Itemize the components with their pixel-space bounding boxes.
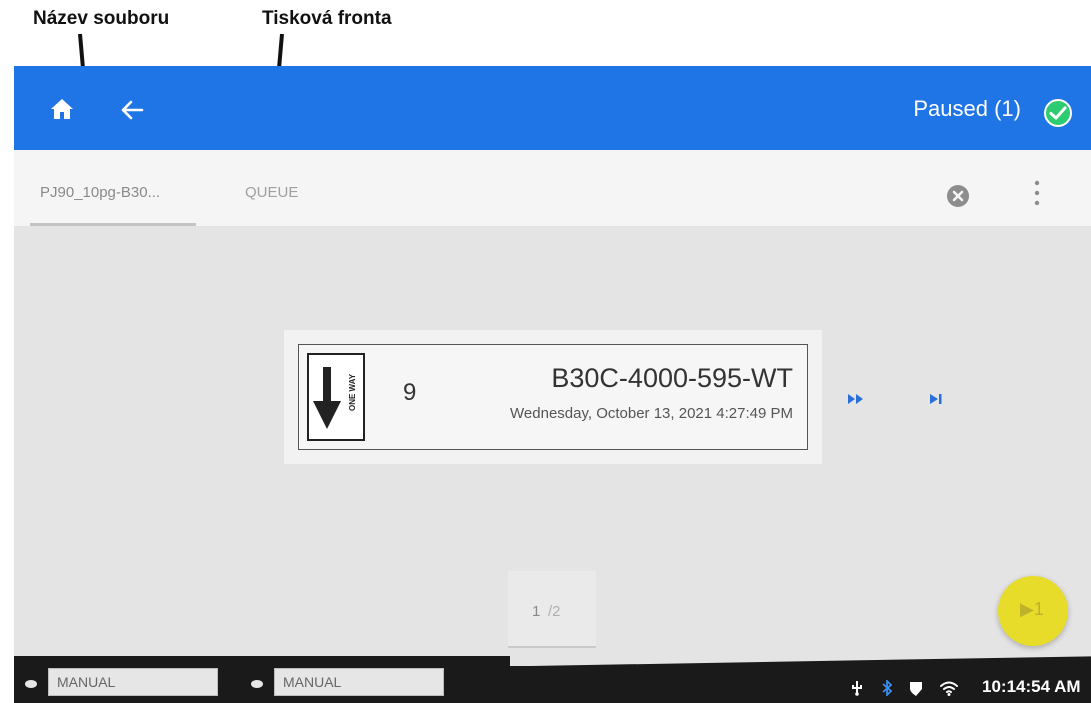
back-arrow-icon[interactable] (120, 100, 144, 120)
print-next-button[interactable]: ▶1 (998, 576, 1068, 646)
shield-icon (910, 682, 922, 696)
pager-notch (510, 656, 1091, 666)
ribbon-roll-icon (25, 680, 37, 688)
close-circle-icon[interactable] (946, 184, 970, 208)
fast-forward-icon[interactable] (848, 394, 864, 404)
page-indicator-underline (508, 646, 596, 648)
tab-queue[interactable]: QUEUE (245, 184, 298, 201)
one-way-text: ONE WAY (348, 373, 357, 411)
home-icon[interactable] (50, 98, 74, 120)
down-arrow-icon: ONE WAY (313, 367, 357, 429)
skip-next-icon[interactable] (930, 394, 944, 404)
device-screen: Paused (1) PJ90_10pg-B30... QUEUE ONE WA… (14, 66, 1091, 703)
page-indicator: 1 /2 (508, 571, 596, 647)
more-vertical-icon[interactable] (1034, 178, 1040, 208)
one-way-label-icon: ONE WAY (307, 353, 365, 441)
bottom-status-bar: MANUAL MANUAL 10:14:54 AM (14, 656, 1091, 703)
page-separator-total: /2 (548, 603, 561, 620)
printer-status: Paused (1) (913, 96, 1021, 121)
job-timestamp: Wednesday, October 13, 2021 4:27:49 PM (510, 405, 793, 422)
queue-content: ONE WAY 9 B30C-4000-595-WT Wednesday, Oc… (14, 226, 1091, 656)
print-next-label: ▶1 (1020, 599, 1044, 619)
tab-bar: PJ90_10pg-B30... QUEUE (14, 150, 1091, 226)
ribbon-mode-field[interactable]: MANUAL (48, 668, 218, 696)
print-job-inner: ONE WAY 9 B30C-4000-595-WT Wednesday, Oc… (298, 344, 808, 450)
clock: 10:14:54 AM (982, 677, 1081, 696)
usb-icon (852, 681, 862, 696)
bluetooth-icon (882, 680, 893, 696)
media-roll-icon (251, 680, 263, 688)
print-job-card[interactable]: ONE WAY 9 B30C-4000-595-WT Wednesday, Oc… (284, 330, 822, 464)
media-mode-field[interactable]: MANUAL (274, 668, 444, 696)
job-name: B30C-4000-595-WT (551, 363, 793, 393)
job-quantity: 9 (403, 379, 417, 406)
top-bar: Paused (1) (14, 66, 1091, 150)
check-circle-icon[interactable] (1043, 98, 1073, 128)
wifi-icon (940, 681, 958, 696)
tab-file-name[interactable]: PJ90_10pg-B30... (40, 184, 160, 201)
page-current: 1 (532, 603, 541, 620)
